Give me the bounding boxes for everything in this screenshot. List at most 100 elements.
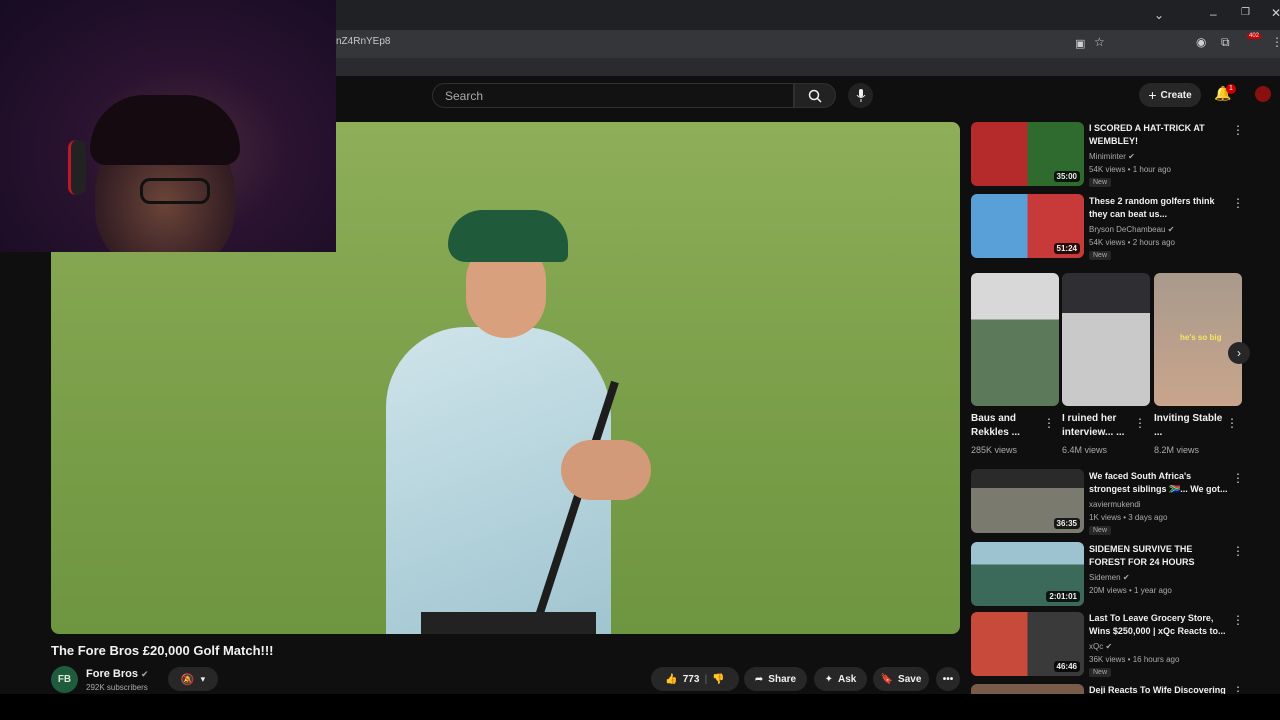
bookmark-icon: 🔖 [880,673,894,685]
short-title[interactable]: Baus and Rekkles ... [971,412,1041,440]
sidebar-video-channel-text[interactable]: Sidemen [1089,573,1121,582]
short-thumbnail[interactable] [1062,273,1150,406]
sidebar-video-channel[interactable]: Bryson DeChambeau ✔ [1089,225,1174,234]
video-duration: 36:35 [1053,518,1080,529]
sidebar-video-meta: 54K views • 1 hour ago [1089,165,1171,174]
webcam-glasses [140,178,210,204]
verified-icon: ✔ [1122,573,1130,582]
verified-icon: ✔ [1128,152,1135,161]
sidebar-video-meta: 36K views • 16 hours ago [1089,655,1180,664]
new-badge: New [1089,526,1112,535]
more-actions-button[interactable]: ••• [936,667,960,691]
user-avatar[interactable] [1255,86,1271,102]
sidebar-video-title[interactable]: I SCORED A HAT-TRICK AT WEMBLEY! [1089,122,1229,148]
sidebar-video-channel[interactable]: Miniminter ✔ [1089,152,1135,161]
reader-icon[interactable]: ▣ [1075,37,1085,50]
channel-name[interactable]: Fore Bros ✔ [86,668,149,680]
more-options-icon[interactable]: ⋮ [1232,471,1244,485]
sidebar-video-title[interactable]: SIDEMEN SURVIVE THE FOREST FOR 24 HOURS [1089,543,1229,569]
save-label: Save [898,673,922,685]
sidebar-video-title[interactable]: Last To Leave Grocery Store, Wins $250,0… [1089,612,1229,638]
search-input[interactable]: Search [432,83,794,108]
restore-icon[interactable]: ❐ [1241,7,1250,18]
sidebar-video-channel-text[interactable]: Bryson DeChambeau [1089,225,1165,234]
more-options-icon[interactable]: ⋮ [1232,613,1244,627]
like-dislike-group[interactable]: 👍 773 | 👎 [651,667,739,691]
mic-icon [856,88,865,102]
menu-icon[interactable]: ⋮ [1271,35,1280,49]
minimize-icon[interactable]: – [1210,7,1217,21]
short-title[interactable]: Inviting Stable ... [1154,412,1224,440]
voice-search-button[interactable] [848,83,873,108]
chevron-down-icon[interactable]: ⌄ [1154,8,1164,22]
share-button[interactable]: ➦ Share [744,667,807,691]
short-thumbnail[interactable] [971,273,1059,406]
video-thumbnail[interactable]: 2:01:01 [971,542,1084,606]
share-label: Share [768,673,797,685]
video-thumbnail[interactable]: 46:46 [971,612,1084,676]
shorts-next-arrow-icon[interactable]: › [1228,342,1250,364]
new-badge: New [1089,178,1112,187]
more-options-icon[interactable]: ⋮ [1232,123,1244,137]
video-thumbnail[interactable]: 51:24 [971,194,1084,258]
sparkle-icon: ✦ [824,673,834,685]
sidebar-video-meta: 20M views • 1 year ago [1089,586,1172,595]
extensions-icon[interactable]: ⧉ [1221,35,1230,50]
star-icon[interactable]: ☆ [1094,35,1105,49]
sidebar-video-channel[interactable]: Sidemen ✔ [1089,573,1130,582]
video-thumbnail[interactable]: 35:00 [971,122,1084,186]
extension-badge: 402 [1247,33,1262,39]
more-options-icon[interactable]: ⋮ [1232,544,1244,558]
channel-avatar[interactable]: FB [51,666,78,693]
url-text[interactable]: nZ4RnYEp8 [336,36,390,47]
short-views: 8.2M views [1154,445,1200,455]
short-title[interactable]: I ruined her interview... ... [1062,412,1132,440]
profile-icon[interactable]: ◉ [1196,35,1206,49]
plus-icon: + [1148,87,1157,103]
subscribed-notifications-button[interactable]: 🔕 ▾ [168,667,218,691]
sidebar-video-channel-text[interactable]: Miniminter [1089,152,1126,161]
share-icon: ➦ [754,673,764,685]
new-badge: New [1089,251,1112,260]
save-button[interactable]: 🔖 Save [873,667,929,691]
subscriber-count: 292K subscribers [86,683,148,692]
ask-label: Ask [838,673,857,685]
sidebar-video-meta: 54K views • 2 hours ago [1089,238,1175,247]
video-frame-golfer-cap [448,210,568,262]
verified-icon: ✔ [1105,642,1113,651]
video-duration: 46:46 [1053,661,1080,672]
sidebar-video-meta: 1K views • 3 days ago [1089,513,1168,522]
video-title: The Fore Bros £20,000 Golf Match!!! [51,643,274,658]
bottom-bar [0,694,1280,720]
more-options-icon[interactable]: ⋮ [1226,416,1238,430]
video-thumbnail[interactable]: 36:35 [971,469,1084,533]
more-options-icon[interactable]: ⋮ [1232,196,1244,210]
webcam-overlay [0,0,336,252]
short-caption: he's so big [1180,333,1222,342]
create-label: Create [1160,89,1192,101]
video-duration: 51:24 [1053,243,1080,254]
sidebar-video-channel[interactable]: xaviermukendi [1089,500,1141,509]
channel-name-text[interactable]: Fore Bros [86,668,138,680]
sidebar-video-channel-text[interactable]: xQc [1089,642,1103,651]
close-icon[interactable]: ✕ [1271,6,1280,20]
create-button[interactable]: + Create [1139,83,1201,107]
video-duration: 2:01:01 [1046,591,1080,602]
sidebar-video-title[interactable]: These 2 random golfers think they can be… [1089,195,1229,221]
sidebar-video-channel[interactable]: xQc ✔ [1089,642,1112,651]
webcam-hair [90,95,240,165]
short-views: 285K views [971,445,1018,455]
verified-icon: ✔ [141,669,149,679]
like-icon[interactable]: 👍 [665,674,677,685]
like-count[interactable]: 773 [683,674,700,685]
sidebar-video-title[interactable]: We faced South Africa's strongest siblin… [1089,470,1229,496]
more-options-icon[interactable]: ⋮ [1043,416,1055,430]
more-options-icon[interactable]: ⋮ [1134,416,1146,430]
dislike-icon[interactable]: 👎 [712,674,724,685]
search-button[interactable] [794,83,836,108]
divider: | [704,673,708,685]
ask-button[interactable]: ✦ Ask [814,667,867,691]
short-thumbnail[interactable]: he's so big [1154,273,1242,406]
video-thumbnail[interactable] [971,684,1084,694]
notification-count-badge: 1 [1226,84,1236,94]
